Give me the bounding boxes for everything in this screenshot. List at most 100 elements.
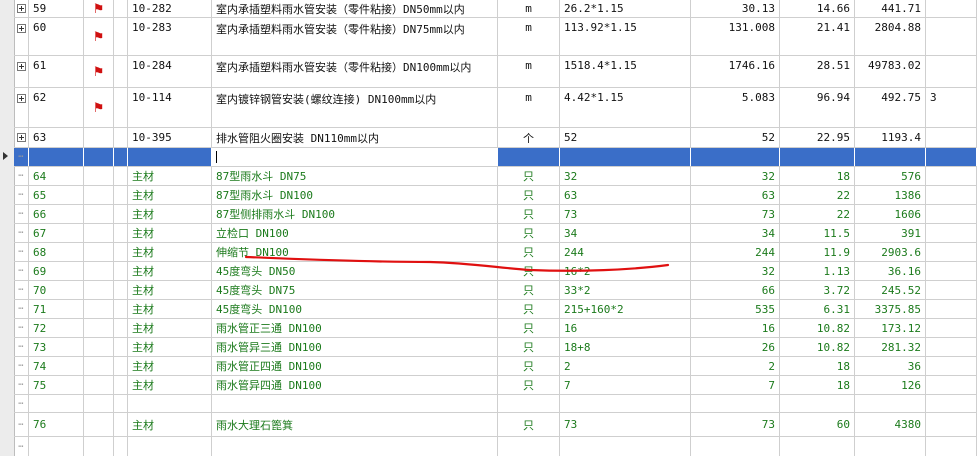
row-qty[interactable]: 73 (691, 205, 780, 223)
row-price[interactable]: 18 (780, 376, 855, 394)
selected-empty-row[interactable]: ⋯ (14, 148, 977, 167)
table-row[interactable]: ⋯ 67 主材 立检口 DN100 只 34 34 11.5 391 (14, 224, 977, 243)
row-total[interactable]: 2804.88 (855, 18, 926, 55)
row-formula[interactable]: 18+8 (560, 338, 691, 356)
row-name[interactable]: 雨水大理石篦箕 (212, 413, 498, 436)
table-row[interactable]: ⋯ 64 主材 87型雨水斗 DN75 只 32 32 18 576 (14, 167, 977, 186)
row-formula[interactable]: 32 (560, 167, 691, 185)
row-qty[interactable]: 32 (691, 167, 780, 185)
table-row[interactable]: ⋯ 71 主材 45度弯头 DN100 只 215+160*2 535 6.31… (14, 300, 977, 319)
row-code[interactable]: 10-284 (128, 56, 212, 87)
row-unit[interactable]: 只 (498, 338, 560, 356)
row-name[interactable]: 87型雨水斗 DN75 (212, 167, 498, 185)
row-unit[interactable]: 只 (498, 413, 560, 436)
row-code[interactable]: 主材 (128, 281, 212, 299)
row-qty[interactable]: 7 (691, 376, 780, 394)
row-code[interactable]: 主材 (128, 357, 212, 375)
row-unit[interactable]: 只 (498, 300, 560, 318)
row-total[interactable]: 492.75 (855, 88, 926, 127)
row-unit[interactable]: 只 (498, 186, 560, 204)
table-row[interactable]: 61 ⚑ 10-284 室内承插塑料雨水管安装（零件粘接）DN100mm以内 m… (14, 56, 977, 88)
table-row[interactable]: ⋯ 73 主材 雨水管异三通 DN100 只 18+8 26 10.82 281… (14, 338, 977, 357)
row-code[interactable]: 主材 (128, 376, 212, 394)
row-name[interactable]: 室内承插塑料雨水管安装（零件粘接）DN50mm以内 (212, 0, 498, 17)
row-code[interactable]: 主材 (128, 300, 212, 318)
table-row[interactable]: ⋯ 69 主材 45度弯头 DN50 只 16*2 32 1.13 36.16 (14, 262, 977, 281)
row-price[interactable]: 60 (780, 413, 855, 436)
row-unit[interactable]: m (498, 18, 560, 55)
expand-icon[interactable] (16, 133, 26, 142)
row-code[interactable]: 10-395 (128, 128, 212, 147)
expand-icon[interactable] (16, 4, 26, 13)
row-total[interactable]: 1386 (855, 186, 926, 204)
row-total[interactable]: 173.12 (855, 319, 926, 337)
row-unit[interactable]: 只 (498, 281, 560, 299)
empty-row[interactable]: ⋯ (14, 437, 977, 456)
row-unit[interactable]: 只 (498, 262, 560, 280)
row-formula[interactable]: 2 (560, 357, 691, 375)
row-selector-column[interactable] (0, 0, 15, 456)
row-name[interactable]: 室内承插塑料雨水管安装（零件粘接）DN75mm以内 (212, 18, 498, 55)
table-row[interactable]: ⋯ 68 主材 伸缩节 DN100 只 244 244 11.9 2903.6 (14, 243, 977, 262)
row-formula[interactable]: 33*2 (560, 281, 691, 299)
table-row[interactable]: ⋯ 72 主材 雨水管正三通 DN100 只 16 16 10.82 173.1… (14, 319, 977, 338)
table-row[interactable]: ⋯ 76 主材 雨水大理石篦箕 只 73 73 60 4380 (14, 413, 977, 437)
row-name[interactable]: 87型雨水斗 DN100 (212, 186, 498, 204)
row-qty[interactable]: 5.083 (691, 88, 780, 127)
row-price[interactable]: 10.82 (780, 319, 855, 337)
row-unit[interactable]: 只 (498, 224, 560, 242)
table-row[interactable]: ⋯ 75 主材 雨水管异四通 DN100 只 7 7 18 126 (14, 376, 977, 395)
table-row[interactable]: 60 ⚑ 10-283 室内承插塑料雨水管安装（零件粘接）DN75mm以内 m … (14, 18, 977, 56)
table-row[interactable]: ⋯ 74 主材 雨水管正四通 DN100 只 2 2 18 36 (14, 357, 977, 376)
table-row[interactable]: 63 10-395 排水管阻火圈安装 DN110mm以内 个 52 52 22.… (14, 128, 977, 148)
row-qty[interactable]: 26 (691, 338, 780, 356)
expand-icon[interactable] (16, 24, 26, 33)
row-qty[interactable]: 66 (691, 281, 780, 299)
row-qty[interactable]: 30.13 (691, 0, 780, 17)
row-unit[interactable]: 只 (498, 243, 560, 261)
row-code[interactable]: 主材 (128, 167, 212, 185)
row-formula[interactable]: 16*2 (560, 262, 691, 280)
row-formula[interactable]: 113.92*1.15 (560, 18, 691, 55)
row-formula[interactable]: 63 (560, 186, 691, 204)
row-code[interactable]: 主材 (128, 224, 212, 242)
row-code[interactable]: 主材 (128, 319, 212, 337)
row-qty[interactable]: 535 (691, 300, 780, 318)
row-qty[interactable]: 244 (691, 243, 780, 261)
row-qty[interactable]: 2 (691, 357, 780, 375)
table-row[interactable]: ⋯ 65 主材 87型雨水斗 DN100 只 63 63 22 1386 (14, 186, 977, 205)
row-total[interactable]: 576 (855, 167, 926, 185)
row-name[interactable]: 45度弯头 DN100 (212, 300, 498, 318)
row-price[interactable]: 6.31 (780, 300, 855, 318)
row-total[interactable]: 441.71 (855, 0, 926, 17)
row-total[interactable]: 391 (855, 224, 926, 242)
table-row[interactable]: 62 ⚑ 10-114 室内镀锌钢管安装(螺纹连接) DN100mm以内 m 4… (14, 88, 977, 128)
row-code[interactable]: 主材 (128, 338, 212, 356)
row-price[interactable]: 18 (780, 357, 855, 375)
row-formula[interactable]: 73 (560, 205, 691, 223)
row-total[interactable]: 4380 (855, 413, 926, 436)
row-total[interactable]: 1606 (855, 205, 926, 223)
row-total[interactable]: 3375.85 (855, 300, 926, 318)
row-price[interactable]: 11.9 (780, 243, 855, 261)
row-name[interactable]: 45度弯头 DN75 (212, 281, 498, 299)
row-formula[interactable]: 1518.4*1.15 (560, 56, 691, 87)
row-formula[interactable]: 7 (560, 376, 691, 394)
row-code[interactable]: 10-283 (128, 18, 212, 55)
row-qty[interactable]: 16 (691, 319, 780, 337)
row-price[interactable]: 96.94 (780, 88, 855, 127)
row-total[interactable]: 36.16 (855, 262, 926, 280)
row-unit[interactable]: 只 (498, 167, 560, 185)
row-unit[interactable]: 个 (498, 128, 560, 147)
row-code[interactable]: 主材 (128, 205, 212, 223)
row-code[interactable]: 主材 (128, 186, 212, 204)
name-edit-field[interactable] (212, 148, 498, 166)
row-formula[interactable]: 26.2*1.15 (560, 0, 691, 17)
row-unit[interactable]: 只 (498, 205, 560, 223)
row-total[interactable]: 49783.02 (855, 56, 926, 87)
row-formula[interactable]: 16 (560, 319, 691, 337)
row-name[interactable]: 室内承插塑料雨水管安装（零件粘接）DN100mm以内 (212, 56, 498, 87)
row-qty[interactable]: 63 (691, 186, 780, 204)
row-name[interactable]: 室内镀锌钢管安装(螺纹连接) DN100mm以内 (212, 88, 498, 127)
row-price[interactable]: 28.51 (780, 56, 855, 87)
